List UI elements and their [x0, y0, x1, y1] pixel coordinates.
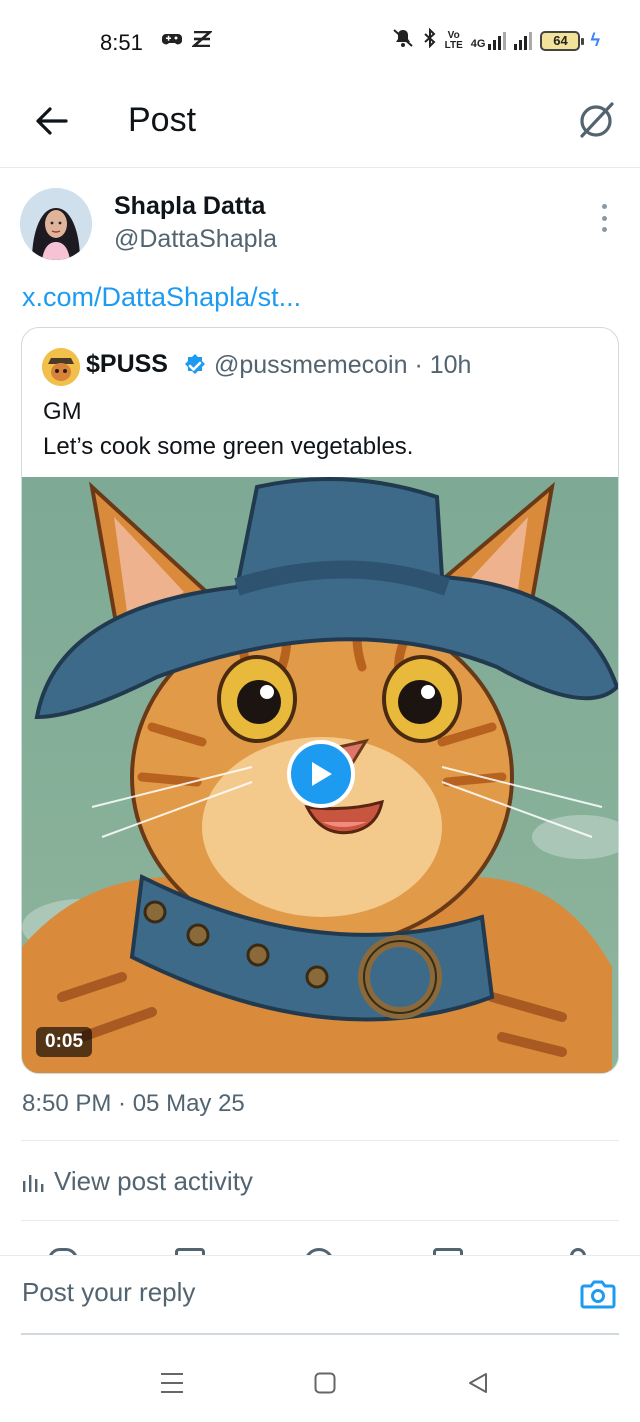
signal-4g-icon: 4G	[470, 31, 507, 50]
volte-icon: Vo LTE	[444, 29, 463, 51]
divider	[21, 1220, 619, 1221]
menu-icon	[161, 1373, 183, 1393]
reply-underline	[21, 1333, 619, 1335]
author-name[interactable]: Shapla Datta	[114, 192, 265, 221]
battery-level: 64	[553, 33, 568, 48]
mute-icon	[391, 28, 415, 53]
more-options-button[interactable]	[592, 204, 616, 232]
camera-icon	[580, 1280, 616, 1309]
more-dot-icon	[601, 204, 607, 209]
more-dot-icon	[601, 227, 607, 232]
quoted-post-text: GM Let’s cook some green vegetables.	[43, 394, 413, 464]
grok-icon	[580, 102, 614, 138]
nav-back-button[interactable]	[458, 1368, 498, 1398]
analytics-icon	[23, 1174, 44, 1192]
verified-badge-icon	[185, 354, 205, 374]
top-app-bar: Post	[0, 86, 640, 168]
grok-button[interactable]	[574, 98, 618, 142]
video-duration: 0:05	[36, 1027, 93, 1057]
arrow-left-icon	[36, 107, 68, 135]
more-dot-icon	[601, 215, 607, 221]
game-controller-icon	[161, 31, 183, 52]
bluetooth-icon	[423, 27, 437, 53]
quoted-text-line: GM	[43, 398, 82, 425]
post-timestamp: 8:50 PM · 05 May 25	[22, 1090, 245, 1117]
network-type: 4G	[470, 37, 486, 50]
status-left-icons	[161, 30, 214, 52]
play-button[interactable]	[287, 740, 355, 808]
reply-input[interactable]	[22, 1270, 562, 1314]
quoted-author-name: $PUSS	[86, 350, 168, 378]
author-handle[interactable]: @DattaShapla	[114, 225, 277, 254]
quoted-post-card[interactable]: $PUSS @pussmemecoin · 10h GM Let’s cook …	[21, 327, 619, 1074]
author-avatar[interactable]	[20, 188, 92, 260]
post-actions-row	[0, 1236, 640, 1256]
system-nav-bar	[0, 1344, 640, 1422]
status-right-icons: Vo LTE 4G 64 ϟ	[391, 27, 600, 53]
nav-recents-button[interactable]	[152, 1368, 192, 1398]
battery-icon: 64	[540, 30, 585, 51]
back-triangle-icon	[469, 1373, 487, 1393]
reply-composer	[0, 1255, 640, 1335]
camera-button[interactable]	[580, 1276, 616, 1312]
divider	[21, 1140, 619, 1141]
charging-icon: ϟ	[590, 30, 600, 50]
app-icon	[190, 30, 214, 52]
back-button[interactable]	[30, 100, 72, 142]
page-title: Post	[128, 101, 197, 139]
status-time: 8:51	[100, 30, 143, 55]
view-activity-label: View post activity	[54, 1166, 253, 1196]
play-icon	[312, 762, 332, 786]
nav-home-button[interactable]	[305, 1368, 345, 1398]
quoted-handle-time: @pussmemecoin · 10h	[214, 351, 472, 379]
view-activity-link[interactable]: View post activity	[22, 1166, 253, 1197]
quoted-text-line: Let’s cook some green vegetables.	[43, 433, 414, 460]
post-link[interactable]: x.com/DattaShapla/st...	[22, 282, 301, 313]
quoted-avatar	[42, 348, 80, 386]
video-thumbnail[interactable]: 0:05	[22, 477, 618, 1073]
signal-icon	[514, 31, 533, 50]
home-square-icon	[314, 1372, 336, 1394]
status-bar: 8:51 Vo LTE 4G 64 ϟ	[0, 0, 640, 86]
